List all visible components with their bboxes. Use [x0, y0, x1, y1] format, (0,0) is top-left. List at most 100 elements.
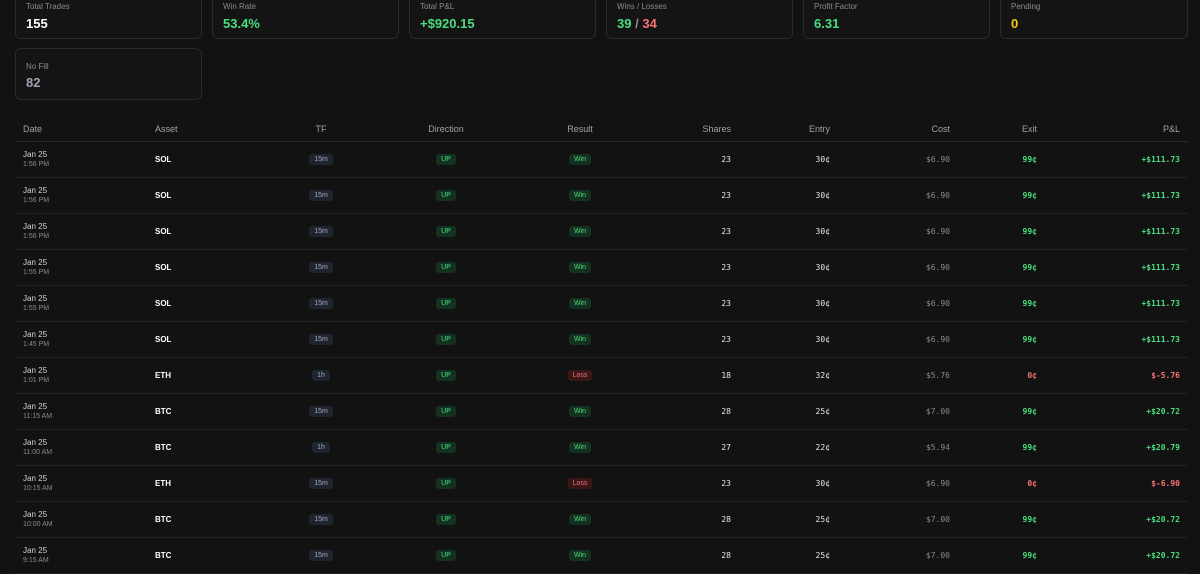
trade-time: 10:00 AM — [23, 521, 53, 528]
cell-asset: SOL — [147, 321, 283, 358]
col-header-asset[interactable]: Asset — [147, 116, 283, 142]
stat-value: 6.31 — [814, 16, 840, 31]
direction-badge: UP — [436, 550, 456, 561]
stat-value: 0 — [1011, 16, 1019, 31]
timeframe-badge: 15m — [309, 226, 333, 237]
table-row[interactable]: Jan 25 1:01 PM ETH 1h UP Loss 18 32¢ $5.76 0¢ $-5.… — [15, 357, 1188, 394]
result-badge: Win — [568, 154, 592, 165]
cell-date: Jan 25 1:01 PM — [15, 357, 147, 394]
cell-entry: 30¢ — [739, 213, 838, 250]
cell-result: Win — [533, 141, 627, 178]
timeframe-badge: 15m — [309, 550, 333, 561]
col-header-shares[interactable]: Shares — [627, 116, 739, 142]
cell-direction: UP — [359, 141, 533, 178]
col-header-cost[interactable]: Cost — [838, 116, 958, 142]
trade-date: Jan 25 — [23, 546, 48, 555]
table-row[interactable]: Jan 25 9:15 AM BTC 15m UP Win 28 25¢ $7.00 99¢ +$2… — [15, 537, 1188, 574]
cell-tf: 15m — [283, 465, 359, 502]
col-header-date[interactable]: Date — [15, 116, 147, 142]
cell-date: Jan 25 1:55 PM — [15, 285, 147, 322]
asset-symbol: SOL — [155, 155, 172, 164]
cell-direction: UP — [359, 393, 533, 430]
cell-asset: SOL — [147, 213, 283, 250]
direction-badge: UP — [436, 478, 456, 489]
cell-date: Jan 25 1:56 PM — [15, 177, 147, 214]
cell-direction: UP — [359, 429, 533, 466]
cell-exit: 0¢ — [958, 357, 1045, 394]
table-row[interactable]: Jan 25 1:55 PM SOL 15m UP Win 23 30¢ $6.90 99¢ +$1… — [15, 249, 1188, 286]
cell-pnl: +$111.73 — [1045, 177, 1188, 214]
trade-date: Jan 25 — [23, 258, 48, 267]
table-row[interactable]: Jan 25 1:45 PM SOL 15m UP Win 23 30¢ $6.90 99¢ +$1… — [15, 321, 1188, 358]
cell-pnl: $-6.90 — [1045, 465, 1188, 502]
cell-date: Jan 25 9:15 AM — [15, 537, 147, 574]
cell-asset: ETH — [147, 465, 283, 502]
col-header-tf[interactable]: TF — [283, 116, 359, 142]
stat-value: 39 / 34 — [617, 16, 657, 31]
cell-exit: 99¢ — [958, 249, 1045, 286]
stat-card-total-pnl: Total P&L +$920.15 — [409, 0, 596, 39]
cell-pnl: +$20.72 — [1045, 501, 1188, 538]
result-badge: Win — [568, 514, 592, 525]
col-header-entry[interactable]: Entry — [739, 116, 838, 142]
cell-exit: 99¢ — [958, 393, 1045, 430]
table-row[interactable]: Jan 25 1:56 PM SOL 15m UP Win 23 30¢ $6.90 99¢ +$1… — [15, 141, 1188, 178]
cell-cost: $6.90 — [838, 213, 958, 250]
table-row[interactable]: Jan 25 11:15 AM BTC 15m UP Win 28 25¢ $7.00 99¢ +$… — [15, 393, 1188, 430]
stat-card-pending: Pending 0 — [1000, 0, 1188, 39]
table-row[interactable]: Jan 25 1:55 PM SOL 15m UP Win 23 30¢ $6.90 99¢ +$1… — [15, 285, 1188, 322]
timeframe-badge: 15m — [309, 478, 333, 489]
trade-time: 1:56 PM — [23, 233, 50, 240]
table-row[interactable]: Jan 25 10:00 AM BTC 15m UP Win 28 25¢ $7.00 99¢ +$… — [15, 501, 1188, 538]
col-header-direction[interactable]: Direction — [359, 116, 533, 142]
cell-tf: 15m — [283, 537, 359, 574]
result-badge: Win — [568, 406, 592, 417]
cell-date: Jan 25 11:15 AM — [15, 393, 147, 430]
cell-result: Win — [533, 285, 627, 322]
stat-card-profit-factor: Profit Factor 6.31 — [803, 0, 990, 39]
asset-symbol: SOL — [155, 263, 172, 272]
cell-date: Jan 25 1:45 PM — [15, 321, 147, 358]
asset-symbol: ETH — [155, 371, 171, 380]
trade-date: Jan 25 — [23, 294, 48, 303]
table-row[interactable]: Jan 25 11:00 AM BTC 1h UP Win 27 22¢ $5.94 99¢ +$2… — [15, 429, 1188, 466]
table-row[interactable]: Jan 25 1:56 PM SOL 15m UP Win 23 30¢ $6.90 99¢ +$1… — [15, 213, 1188, 250]
table-row[interactable]: Jan 25 10:15 AM ETH 15m UP Loss 23 30¢ $6.90 0¢ $-… — [15, 465, 1188, 502]
col-header-exit[interactable]: Exit — [958, 116, 1045, 142]
trade-date: Jan 25 — [23, 186, 48, 195]
trades-table: Date Asset TF Direction Result Shares En… — [15, 116, 1188, 574]
result-badge: Win — [568, 334, 592, 345]
stat-label: Profit Factor — [814, 2, 858, 11]
timeframe-badge: 15m — [309, 298, 333, 309]
direction-badge: UP — [436, 262, 456, 273]
cell-exit: 0¢ — [958, 465, 1045, 502]
cell-asset: SOL — [147, 285, 283, 322]
timeframe-badge: 15m — [309, 514, 333, 525]
trade-time: 1:45 PM — [23, 341, 50, 348]
cell-cost: $6.90 — [838, 321, 958, 358]
losses-count: 34 — [642, 16, 657, 31]
cell-shares: 23 — [627, 285, 739, 322]
wins-losses-separator: / — [635, 16, 639, 31]
col-header-result[interactable]: Result — [533, 116, 627, 142]
cell-asset: BTC — [147, 429, 283, 466]
result-badge: Win — [568, 226, 592, 237]
stat-value: 82 — [26, 75, 41, 90]
cell-result: Win — [533, 537, 627, 574]
stat-value: 53.4% — [223, 16, 260, 31]
cell-shares: 23 — [627, 213, 739, 250]
cell-shares: 28 — [627, 393, 739, 430]
col-header-pnl[interactable]: P&L — [1045, 116, 1188, 142]
cell-cost: $6.90 — [838, 285, 958, 322]
cell-direction: UP — [359, 249, 533, 286]
cell-shares: 23 — [627, 465, 739, 502]
table-row[interactable]: Jan 25 1:56 PM SOL 15m UP Win 23 30¢ $6.90 99¢ +$1… — [15, 177, 1188, 214]
timeframe-badge: 1h — [312, 442, 330, 453]
trade-date: Jan 25 — [23, 150, 48, 159]
cell-cost: $5.94 — [838, 429, 958, 466]
asset-symbol: BTC — [155, 443, 172, 452]
cell-date: Jan 25 10:15 AM — [15, 465, 147, 502]
cell-pnl: +$111.73 — [1045, 321, 1188, 358]
cell-direction: UP — [359, 321, 533, 358]
trade-date: Jan 25 — [23, 510, 48, 519]
